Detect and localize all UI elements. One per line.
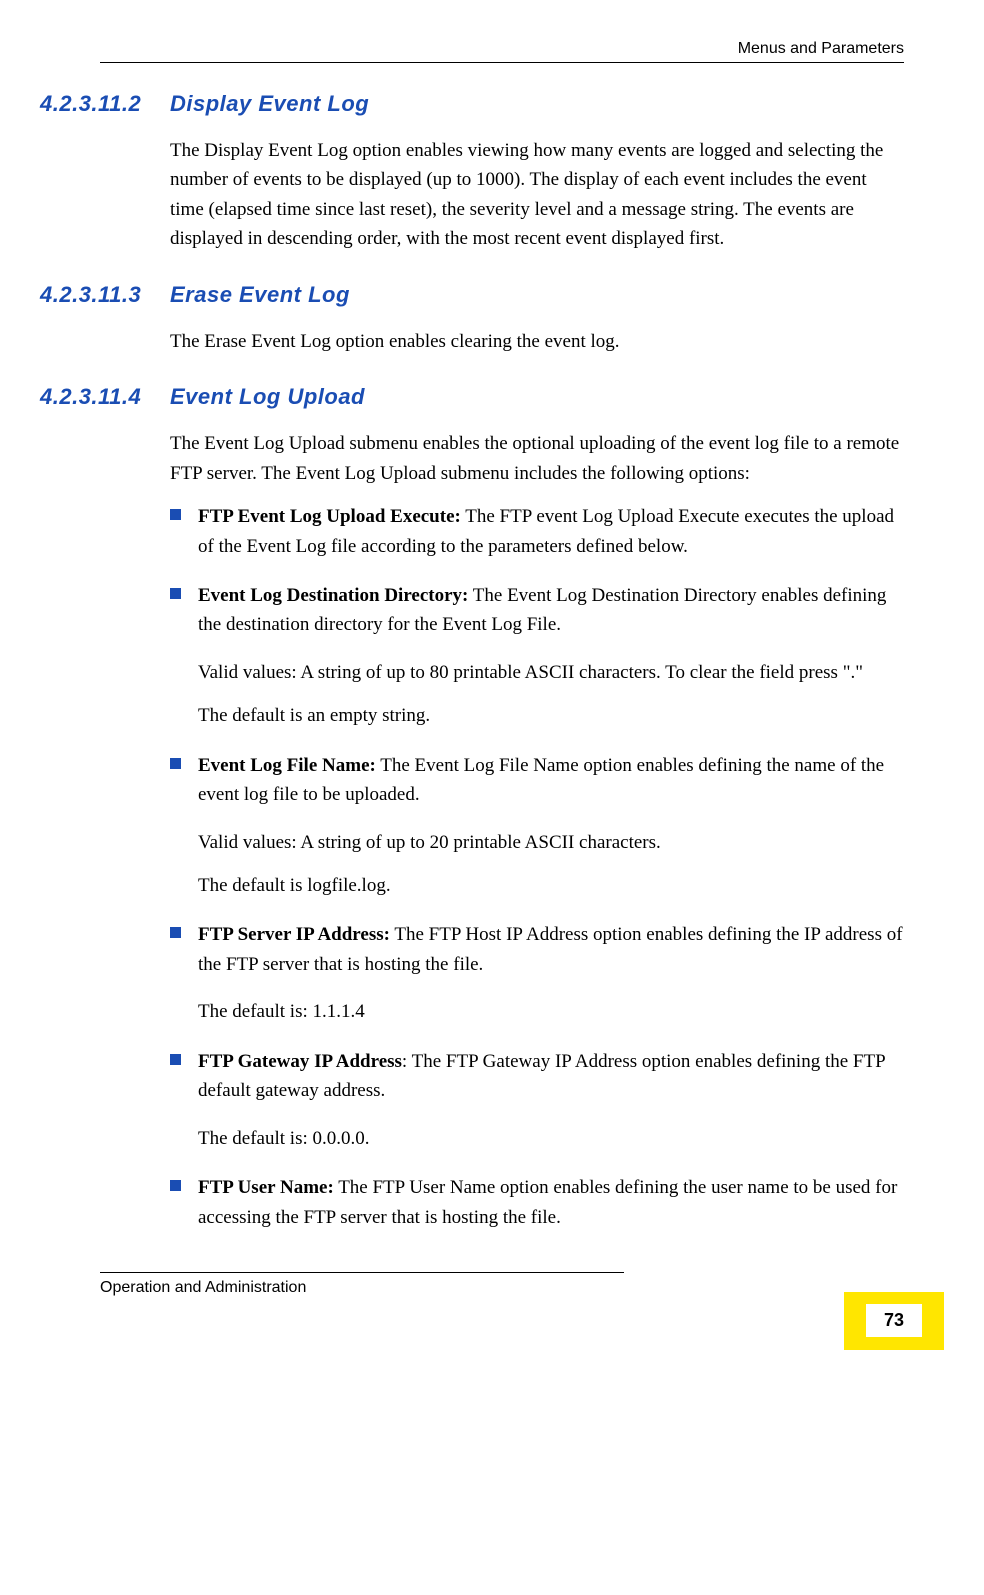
bullet-label-4: FTP Server IP Address: bbox=[198, 924, 390, 945]
section-number-2: 4.2.3.11.3 bbox=[40, 282, 170, 308]
bullet-para-3-1: The default is logfile.log. bbox=[198, 871, 904, 900]
bullet-para-2-0: Valid values: A string of up to 80 print… bbox=[198, 658, 904, 687]
bullet-list: FTP Event Log Upload Execute: The FTP ev… bbox=[170, 502, 904, 1232]
bullet-item-1: FTP Event Log Upload Execute: The FTP ev… bbox=[170, 502, 904, 561]
bullet-para-3-0: Valid values: A string of up to 20 print… bbox=[198, 828, 904, 857]
header-chapter: Menus and Parameters bbox=[40, 40, 904, 58]
bullet-item-6: FTP User Name: The FTP User Name option … bbox=[170, 1173, 904, 1232]
section-title-2: Erase Event Log bbox=[170, 282, 350, 307]
page-number: 73 bbox=[866, 1304, 922, 1337]
section-number-1: 4.2.3.11.2 bbox=[40, 91, 170, 117]
section-body-3: The Event Log Upload submenu enables the… bbox=[170, 429, 904, 488]
page-number-box: 73 bbox=[844, 1292, 944, 1350]
bullet-label-5: FTP Gateway IP Address bbox=[198, 1051, 402, 1072]
footer-label: Operation and Administration bbox=[100, 1279, 904, 1297]
bullet-item-4: FTP Server IP Address: The FTP Host IP A… bbox=[170, 920, 904, 1026]
footer-rule bbox=[100, 1272, 624, 1273]
bullet-para-2-1: The default is an empty string. bbox=[198, 701, 904, 730]
footer: Operation and Administration 73 bbox=[40, 1272, 904, 1297]
bullet-label-1: FTP Event Log Upload Execute: bbox=[198, 506, 461, 527]
section-number-3: 4.2.3.11.4 bbox=[40, 384, 170, 410]
bullet-para-4-0: The default is: 1.1.1.4 bbox=[198, 997, 904, 1026]
section-title-1: Display Event Log bbox=[170, 91, 369, 116]
bullet-item-5: FTP Gateway IP Address: The FTP Gateway … bbox=[170, 1047, 904, 1153]
bullet-label-2: Event Log Destination Directory: bbox=[198, 585, 468, 606]
section-heading-1: 4.2.3.11.2Display Event Log bbox=[40, 91, 904, 117]
bullet-label-3: Event Log File Name: bbox=[198, 755, 376, 776]
bullet-para-5-0: The default is: 0.0.0.0. bbox=[198, 1124, 904, 1153]
section-heading-3: 4.2.3.11.4Event Log Upload bbox=[40, 384, 904, 410]
section-heading-2: 4.2.3.11.3Erase Event Log bbox=[40, 282, 904, 308]
bullet-item-3: Event Log File Name: The Event Log File … bbox=[170, 751, 904, 901]
section-body-2: The Erase Event Log option enables clear… bbox=[170, 327, 904, 356]
bullet-label-6: FTP User Name: bbox=[198, 1177, 334, 1198]
section-body-1: The Display Event Log option enables vie… bbox=[170, 136, 904, 254]
section-title-3: Event Log Upload bbox=[170, 384, 365, 409]
bullet-item-2: Event Log Destination Directory: The Eve… bbox=[170, 581, 904, 731]
header-rule bbox=[100, 62, 904, 63]
